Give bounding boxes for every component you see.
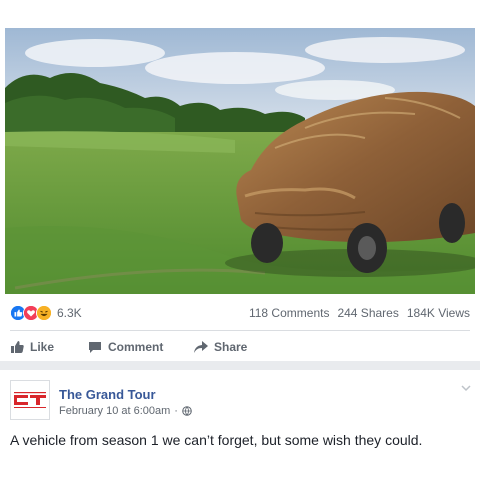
page-avatar[interactable]	[10, 380, 50, 420]
share-button[interactable]: Share	[194, 340, 247, 354]
stats-divider	[10, 330, 470, 331]
post-text: A vehicle from season 1 we can’t forget,…	[10, 432, 423, 448]
share-arrow-icon	[194, 340, 208, 354]
meta-separator: ·	[174, 405, 178, 417]
reaction-count[interactable]: 6.3K	[57, 306, 82, 320]
comment-icon	[88, 340, 102, 354]
like-button[interactable]: Like	[10, 340, 88, 354]
post-meta: February 10 at 6:00am ·	[59, 405, 192, 417]
shares-count[interactable]: 244 Shares	[337, 306, 398, 320]
like-label: Like	[30, 340, 55, 354]
share-label: Share	[214, 340, 248, 354]
comment-label: Comment	[108, 340, 164, 354]
post-timestamp[interactable]: February 10 at 6:00am	[59, 405, 170, 417]
haha-icon	[36, 305, 52, 321]
feed-separator	[0, 361, 480, 370]
post-actions: Like Comment Share	[10, 334, 310, 360]
thumbs-up-icon	[10, 340, 24, 354]
comments-count[interactable]: 118 Comments	[249, 306, 329, 320]
views-count: 184K Views	[406, 306, 470, 320]
globe-icon[interactable]	[182, 406, 192, 416]
post-card: The Grand Tour February 10 at 6:00am · A…	[0, 370, 480, 480]
page-name-link[interactable]: The Grand Tour	[59, 387, 156, 402]
chevron-down-icon[interactable]	[460, 382, 472, 394]
post-image[interactable]	[5, 28, 475, 294]
post-stats: 6.3K 118 Comments 244 Shares 184K Views	[10, 300, 470, 326]
reactions-summary[interactable]: 6.3K	[10, 305, 82, 321]
grand-tour-logo-icon	[14, 392, 46, 408]
comment-button[interactable]: Comment	[88, 340, 194, 354]
